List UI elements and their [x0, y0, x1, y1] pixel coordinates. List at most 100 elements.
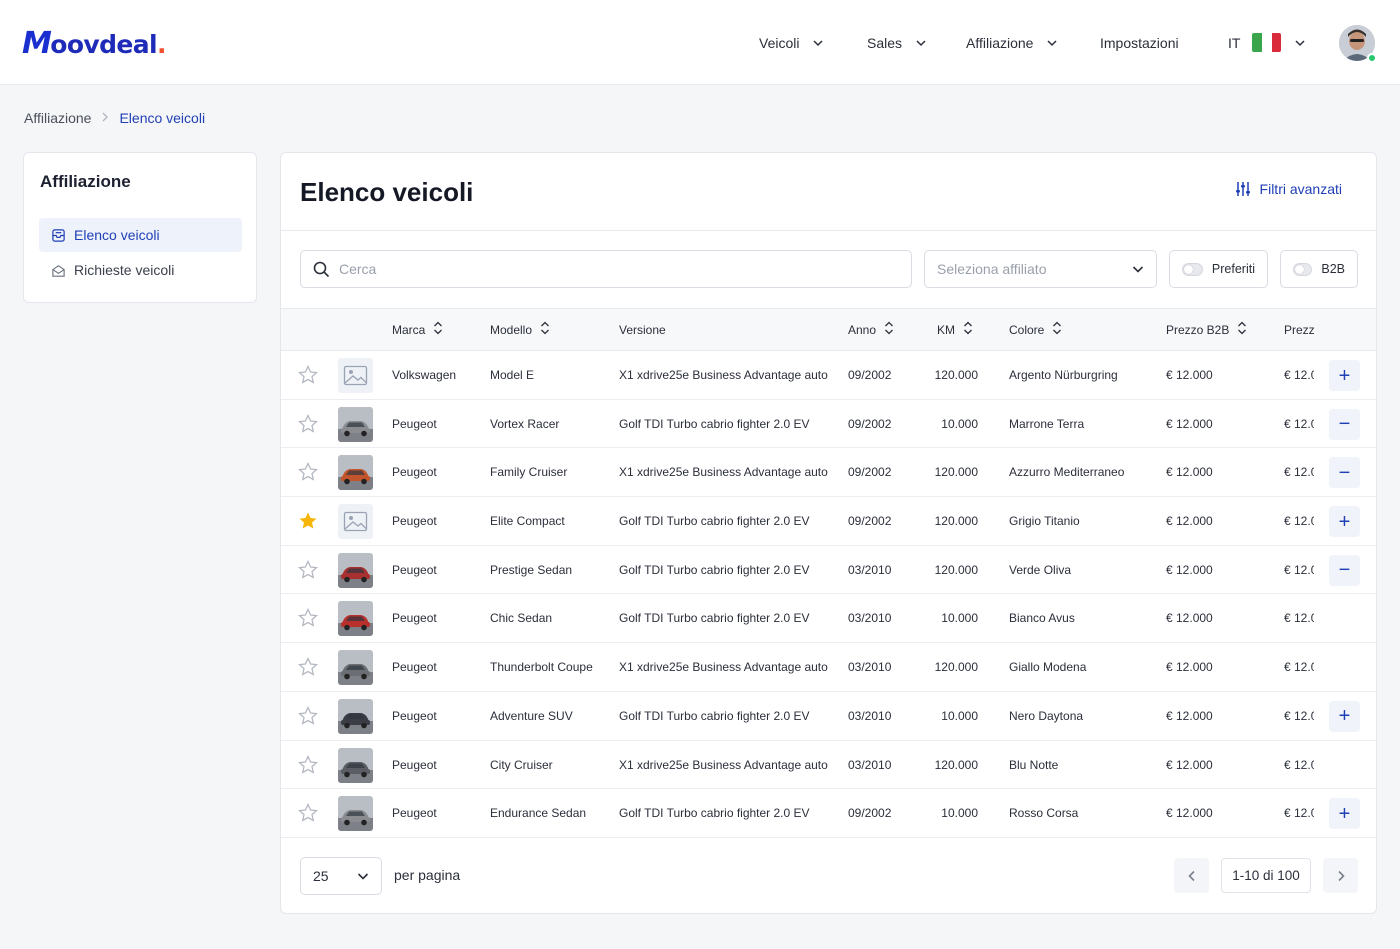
column-anno[interactable]: Anno — [848, 309, 894, 350]
previous-page-button[interactable] — [1174, 858, 1209, 893]
search-icon — [313, 261, 330, 277]
cell-model: Adventure SUV — [490, 708, 573, 723]
cell-price-b2b: € 12.000 — [1166, 660, 1213, 675]
star-outline-icon[interactable] — [297, 559, 319, 580]
star-outline-icon[interactable] — [297, 803, 319, 823]
table-row[interactable]: Peugeot Prestige Sedan Golf TDI Turbo cabr… — [281, 546, 1376, 595]
cell-version: Golf TDI Turbo cabrio fighter 2.0 EV — [619, 562, 810, 577]
toggle-switch[interactable] — [1182, 262, 1203, 276]
nav-affiliazione[interactable]: Affiliazione — [966, 0, 1057, 85]
cell-price-b2b: € 12.000 — [1166, 416, 1213, 431]
pagination-info: 1-10 di 100 — [1221, 858, 1311, 893]
cell-version: Golf TDI Turbo cabrio fighter 2.0 EV — [619, 708, 810, 723]
column-prezzo-b2b[interactable]: Prezzo B2B — [1166, 309, 1247, 350]
column-modello[interactable]: Modello — [490, 309, 550, 350]
star-outline-icon[interactable] — [297, 413, 319, 434]
remove-button[interactable]: − — [1329, 457, 1360, 489]
nav-sales[interactable]: Sales — [867, 0, 926, 85]
table-header: Marca Modello Versione Anno KM Colore Pr… — [281, 308, 1376, 351]
sidebar-item-elenco-veicoli[interactable]: Elenco veicoli — [39, 218, 242, 252]
vehicle-photo — [338, 747, 373, 783]
affiliate-select[interactable]: Seleziona affiliato — [924, 250, 1157, 288]
breadcrumb-affiliazione[interactable]: Affiliazione — [24, 110, 91, 126]
favorites-toggle-label: Preferiti — [1211, 262, 1255, 276]
cell-year: 03/2010 — [848, 708, 892, 723]
page-title: Elenco veicoli — [300, 177, 474, 207]
cell-brand: Peugeot — [392, 660, 437, 675]
add-button[interactable]: + — [1329, 506, 1360, 538]
column-prezzo[interactable]: Prezz — [1284, 309, 1315, 350]
cell-version: X1 xdrive25e Business Advantage auto — [619, 368, 828, 382]
cell-version: Golf TDI Turbo cabrio fighter 2.0 EV — [619, 416, 810, 431]
cell-year: 09/2002 — [848, 416, 892, 431]
cell-km: 120.000 — [934, 465, 978, 480]
cell-color: Giallo Modena — [1009, 660, 1087, 675]
star-filled-icon[interactable] — [298, 511, 318, 531]
star-outline-icon[interactable] — [297, 462, 319, 482]
table-row[interactable]: Peugeot Elite Compact Golf TDI Turbo cabri… — [281, 497, 1376, 546]
plus-icon: + — [1338, 510, 1351, 533]
table-row[interactable]: Peugeot Family Cruiser X1 xdrive25e Busine… — [281, 448, 1376, 498]
column-km[interactable]: KM — [937, 309, 973, 350]
table-row[interactable]: Volkswagen Model E X1 xdrive25e Business A… — [281, 351, 1376, 400]
cell-color: Argento Nürburgring — [1009, 368, 1118, 382]
star-outline-icon[interactable] — [297, 705, 319, 726]
online-status-dot — [1367, 53, 1377, 63]
plus-icon: + — [1338, 705, 1351, 728]
cell-color: Marrone Terra — [1009, 416, 1085, 431]
cell-year: 03/2010 — [848, 660, 892, 675]
advanced-filters-button[interactable]: Filtri avanzati — [1235, 181, 1342, 197]
cell-model: Chic Sedan — [490, 611, 553, 626]
chevron-down-icon — [1047, 39, 1057, 46]
language-selector[interactable]: IT — [1228, 0, 1305, 85]
next-page-button[interactable] — [1323, 858, 1358, 893]
b2b-toggle[interactable]: B2B — [1280, 250, 1358, 288]
sidebar-item-label: Richieste veicoli — [74, 262, 175, 278]
table-row[interactable]: Peugeot Vortex Racer Golf TDI Turbo cabrio… — [281, 400, 1376, 449]
remove-button[interactable]: − — [1329, 408, 1360, 440]
cell-model: Elite Compact — [490, 514, 565, 529]
table-row[interactable]: Peugeot Chic Sedan Golf TDI Turbo cabrio f… — [281, 594, 1376, 644]
nav-veicoli[interactable]: Veicoli — [759, 0, 823, 85]
cell-km: 120.000 — [934, 660, 978, 675]
cell-color: Bianco Avus — [1009, 611, 1075, 626]
cell-year: 03/2010 — [848, 562, 892, 577]
add-button[interactable]: + — [1329, 798, 1360, 830]
search-input[interactable]: Cerca — [300, 250, 912, 288]
plus-icon: + — [1338, 802, 1351, 825]
remove-button[interactable]: − — [1329, 554, 1360, 586]
sidebar-item-richieste-veicoli[interactable]: Richieste veicoli — [39, 253, 242, 287]
cell-brand: Peugeot — [392, 611, 437, 626]
cell-color: Verde Oliva — [1009, 562, 1072, 577]
top-navigation-bar: Moovdeal. Veicoli Sales Affiliazione Imp… — [0, 0, 1400, 85]
cell-km: 10.000 — [941, 416, 978, 431]
cell-model: Family Cruiser — [490, 465, 568, 480]
star-outline-icon[interactable] — [297, 608, 319, 628]
cell-model: Thunderbolt Coupe — [490, 660, 593, 675]
inbox-icon — [52, 228, 65, 242]
table-row[interactable]: Peugeot Endurance Sedan Golf TDI Turbo cab… — [281, 789, 1376, 838]
per-page-select[interactable]: 25 — [300, 857, 382, 895]
moovdeal-logo[interactable]: Moovdeal. — [22, 26, 167, 61]
breadcrumb-elenco-veicoli[interactable]: Elenco veicoli — [119, 110, 205, 126]
cell-version: Golf TDI Turbo cabrio fighter 2.0 EV — [619, 806, 810, 821]
cell-km: 10.000 — [941, 708, 978, 723]
table-row[interactable]: Peugeot Thunderbolt Coupe X1 xdrive25e Bus… — [281, 643, 1376, 692]
nav-impostazioni[interactable]: Impostazioni — [1100, 0, 1179, 85]
language-code: IT — [1228, 34, 1241, 51]
toggle-switch[interactable] — [1293, 262, 1313, 276]
table-row[interactable]: Peugeot City Cruiser X1 xdrive25e Business… — [281, 741, 1376, 790]
cell-model: City Cruiser — [490, 757, 553, 772]
plus-icon: + — [1338, 364, 1351, 387]
add-button[interactable]: + — [1329, 360, 1360, 391]
add-button[interactable]: + — [1329, 700, 1360, 732]
column-marca[interactable]: Marca — [392, 309, 443, 350]
cell-price-b2b: € 12.000 — [1166, 368, 1213, 382]
star-outline-icon[interactable] — [297, 364, 319, 385]
favorites-toggle[interactable]: Preferiti — [1169, 250, 1268, 288]
table-row[interactable]: Peugeot Adventure SUV Golf TDI Turbo cabri… — [281, 692, 1376, 741]
star-outline-icon[interactable] — [297, 754, 319, 775]
breadcrumb: Affiliazione Elenco veicoli — [24, 110, 205, 126]
column-colore[interactable]: Colore — [1009, 309, 1062, 350]
star-outline-icon[interactable] — [297, 657, 319, 677]
